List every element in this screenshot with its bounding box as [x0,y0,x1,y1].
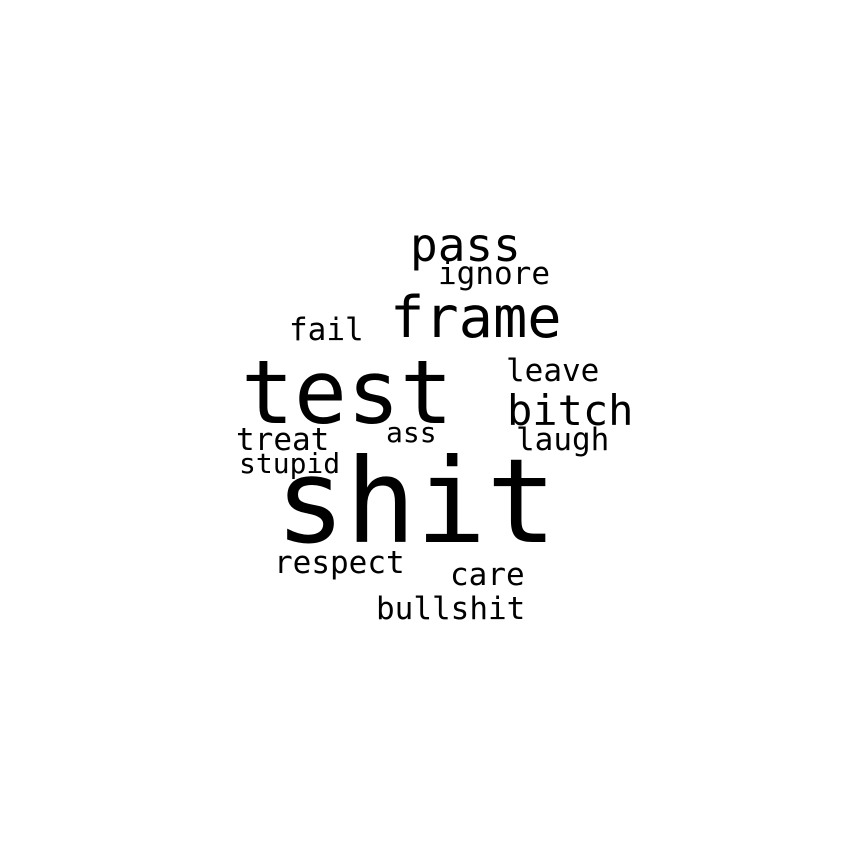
word-frame: frame [390,285,562,351]
word-bullshit: bullshit [376,591,526,627]
word-leave: leave [506,353,600,389]
word-shit: shit [275,433,557,570]
word-care: care [450,557,525,593]
word-cloud: pass ignore frame fail test leave bitch … [0,0,864,864]
word-respect: respect [274,545,405,581]
